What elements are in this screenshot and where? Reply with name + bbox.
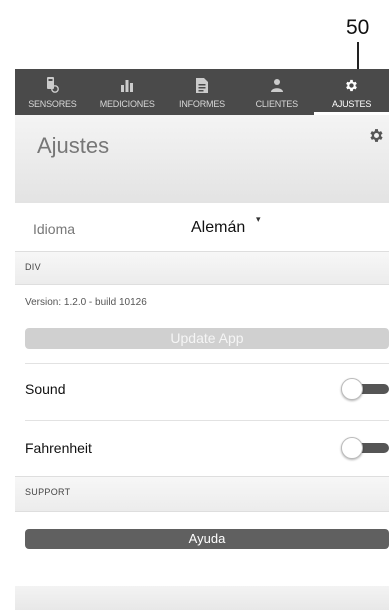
tab-label: INFORMES xyxy=(179,99,225,109)
tab-label: SENSORES xyxy=(28,99,77,109)
clients-icon xyxy=(270,75,284,95)
dropdown-caret-icon[interactable]: ▾ xyxy=(256,214,261,225)
tab-informes[interactable]: INFORMES xyxy=(165,69,240,115)
toggle-knob xyxy=(341,437,363,459)
footer-bar xyxy=(15,586,389,610)
tab-sensores[interactable]: SENSORES xyxy=(15,69,90,115)
page-title: Ajustes xyxy=(37,133,110,158)
language-row: Idioma Alemán ▾ xyxy=(15,210,389,250)
fahrenheit-toggle[interactable] xyxy=(341,437,389,459)
update-app-button[interactable]: Update App xyxy=(25,328,389,349)
tab-label: MEDICIONES xyxy=(99,99,155,109)
fahrenheit-row: Fahrenheit xyxy=(15,430,389,466)
tab-label: CLIENTES xyxy=(255,99,299,109)
tab-mediciones[interactable]: MEDICIONES xyxy=(90,69,165,115)
tab-ajustes[interactable]: AJUSTES xyxy=(314,69,389,115)
tab-bar: SENSORES MEDICIONES INFORMES CLIENTES AJ… xyxy=(15,69,389,115)
tab-clientes[interactable]: CLIENTES xyxy=(239,69,314,115)
help-button[interactable]: Ayuda xyxy=(25,529,389,549)
settings-header: Ajustes xyxy=(15,115,389,203)
report-icon xyxy=(195,75,208,95)
gear-icon xyxy=(344,75,359,95)
divider xyxy=(25,363,389,364)
version-text: Version: 1.2.0 - build 10126 xyxy=(25,297,147,308)
section-label: DIV xyxy=(25,262,41,272)
tab-label: AJUSTES xyxy=(332,99,372,109)
gear-icon[interactable] xyxy=(368,127,385,149)
sound-toggle[interactable] xyxy=(341,378,389,400)
bar-chart-icon xyxy=(120,75,134,95)
fahrenheit-label: Fahrenheit xyxy=(25,440,92,456)
sound-row: Sound xyxy=(15,371,389,407)
sensor-icon xyxy=(45,75,60,95)
section-header-div: DIV xyxy=(15,251,389,285)
section-label: SUPPORT xyxy=(25,487,71,497)
sound-label: Sound xyxy=(25,381,66,397)
callout-number: 50 xyxy=(346,16,370,39)
divider xyxy=(25,420,389,421)
language-select[interactable]: Alemán xyxy=(191,219,245,237)
toggle-knob xyxy=(341,378,363,400)
section-header-support: SUPPORT xyxy=(15,476,389,512)
language-label: Idioma xyxy=(33,221,76,237)
